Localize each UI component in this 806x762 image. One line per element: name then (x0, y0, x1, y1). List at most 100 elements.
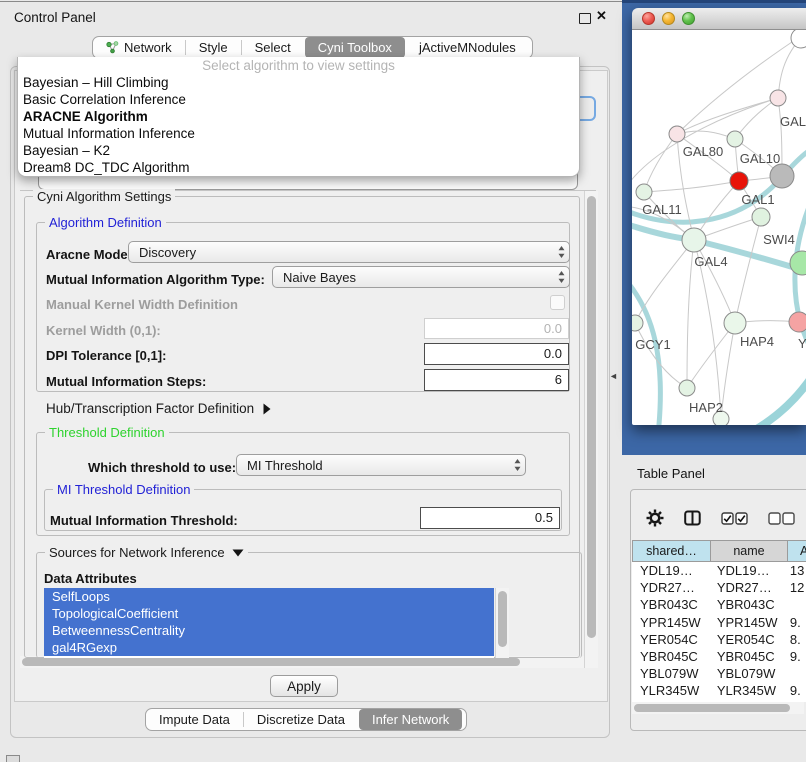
network-node[interactable] (770, 164, 794, 188)
network-canvas[interactable]: GAL GAL80 GAL10 GAL1 GAL11 SWI4 GAL4 GCY… (632, 30, 806, 425)
which-threshold-combo[interactable]: MI Threshold (236, 454, 526, 476)
tab-impute-data[interactable]: Impute Data (146, 709, 243, 730)
float-window-icon[interactable] (579, 13, 591, 24)
table-cell: YLR345W (632, 682, 711, 699)
table-row[interactable]: YER054CYER054C8. (632, 631, 806, 648)
aracne-mode-combo[interactable]: Discovery (128, 241, 570, 263)
table-cell: YBR043C (711, 596, 786, 613)
table-row[interactable]: YPR145WYPR145W9. (632, 614, 806, 631)
column-header-name[interactable]: name (711, 540, 788, 562)
network-node[interactable] (669, 126, 685, 142)
table-row[interactable]: YBR045CYBR045C9. (632, 648, 806, 665)
apply-button[interactable]: Apply (270, 675, 338, 697)
node-label: GCY1 (635, 337, 670, 352)
threshold-definition-title: Threshold Definition (45, 425, 169, 440)
column-header-partial[interactable]: A (788, 540, 806, 562)
node-label: GAL11 (642, 202, 682, 217)
algorithm-dropdown-list: Bayesian – Hill ClimbingBasic Correlatio… (18, 74, 579, 176)
network-graph: GAL GAL80 GAL10 GAL1 GAL11 SWI4 GAL4 GCY… (632, 30, 806, 425)
mi-threshold-title: MI Threshold Definition (53, 482, 194, 497)
network-node[interactable] (679, 380, 695, 396)
algorithm-option[interactable]: ARACNE Algorithm (18, 108, 579, 125)
network-node[interactable] (790, 251, 806, 275)
cyni-algorithm-settings-title: Cyni Algorithm Settings (33, 189, 175, 204)
node-label: HAP4 (740, 334, 774, 349)
table-cell: 9. (786, 614, 806, 631)
network-node[interactable] (791, 30, 806, 48)
table-cell: YLR345W (711, 682, 786, 699)
tab-cyni-toolbox[interactable]: Cyni Toolbox (305, 37, 405, 58)
show-columns-icon[interactable] (684, 510, 701, 526)
select-all-icon[interactable] (721, 512, 748, 525)
node-label: Y (798, 336, 806, 351)
deselect-all-icon[interactable] (768, 512, 795, 525)
attribute-list-item[interactable]: BetweennessCentrality (44, 622, 494, 639)
control-panel-title: Control Panel (14, 10, 96, 25)
attribute-list-item[interactable]: gal4RGexp (44, 639, 494, 656)
table-cell: 9. (786, 648, 806, 665)
close-traffic-light[interactable] (642, 12, 655, 25)
mi-threshold-field[interactable]: 0.5 (420, 507, 560, 529)
attribute-list-item[interactable]: TopologicalCoefficient (44, 605, 494, 622)
network-node[interactable] (682, 228, 706, 252)
network-node-selected[interactable] (730, 172, 748, 190)
algorithm-option[interactable]: Basic Correlation Inference (18, 91, 579, 108)
algorithm-option[interactable]: Bayesian – Hill Climbing (18, 74, 579, 91)
dpi-tolerance-field[interactable]: 0.0 (424, 343, 569, 365)
attributes-list-scrollbar[interactable] (495, 588, 509, 658)
attribute-list-item[interactable]: SelfLoops (44, 588, 494, 605)
tab-discretize-data[interactable]: Discretize Data (244, 709, 358, 730)
table-row[interactable]: YBR043CYBR043C (632, 596, 806, 613)
node-label: SWI4 (763, 232, 795, 247)
network-node[interactable] (636, 184, 652, 200)
node-label: HAP2 (689, 400, 723, 415)
network-node[interactable] (770, 90, 786, 106)
table-cell: YDL19… (632, 562, 711, 579)
tab-network[interactable]: Network (93, 37, 185, 58)
table-cell: YPR145W (711, 614, 786, 631)
tab-infer-network[interactable]: Infer Network (359, 709, 462, 730)
algorithm-definition-title: Algorithm Definition (45, 215, 166, 230)
panel-top-border (0, 1, 622, 2)
table-row[interactable]: YDL19…YDL19…13 (632, 562, 806, 579)
network-node[interactable] (632, 315, 643, 331)
node-label: GAL1 (741, 192, 774, 207)
hub-definition-toggle[interactable]: Hub/Transcription Factor Definition (46, 401, 271, 416)
column-header-shared-name[interactable]: shared… (632, 540, 711, 562)
zoom-traffic-light[interactable] (682, 12, 695, 25)
manual-kernel-label: Manual Kernel Width Definition (46, 297, 238, 312)
tab-jactivemnodules[interactable]: jActiveMNodules (406, 37, 529, 58)
panel-resize-handle[interactable]: ◄ (609, 371, 618, 381)
network-window: GAL GAL80 GAL10 GAL1 GAL11 SWI4 GAL4 GCY… (632, 8, 806, 425)
mi-steps-field[interactable]: 6 (424, 369, 569, 391)
table-row[interactable]: YBL079WYBL079W (632, 665, 806, 682)
tab-select[interactable]: Select (242, 37, 304, 58)
table-cell: YBR045C (632, 648, 711, 665)
combo-spinner-icon (509, 455, 525, 475)
table-row[interactable]: YLR345WYLR345W9. (632, 682, 806, 699)
sources-toggle[interactable]: Sources for Network Inference (45, 545, 248, 560)
tab-style[interactable]: Style (186, 37, 241, 58)
table-cell: YDL19… (711, 562, 786, 579)
minimize-traffic-light[interactable] (662, 12, 675, 25)
close-icon[interactable]: ✕ (596, 8, 607, 24)
table-horizontal-scrollbar[interactable] (632, 702, 804, 714)
algorithm-option[interactable]: Mutual Information Inference (18, 125, 579, 142)
network-node[interactable] (789, 312, 806, 332)
dock-panel-icon[interactable] (6, 755, 20, 762)
app-screen: Control Panel ✕ Network Style Select Cyn… (0, 0, 806, 762)
table-row[interactable]: YDR27…YDR27…12 (632, 579, 806, 596)
manual-kernel-checkbox[interactable] (550, 295, 565, 310)
network-node[interactable] (724, 312, 746, 334)
control-panel-tabbar: Network Style Select Cyni Toolbox jActiv… (92, 36, 533, 59)
network-window-titlebar[interactable] (632, 8, 806, 30)
kernel-width-field[interactable]: 0.0 (424, 318, 569, 339)
algorithm-option[interactable]: Dream8 DC_TDC Algorithm (18, 159, 579, 176)
node-label: GAL80 (683, 144, 723, 159)
gear-icon[interactable] (646, 509, 664, 527)
network-node[interactable] (727, 131, 743, 147)
settings-vertical-scrollbar[interactable] (584, 191, 598, 668)
mi-algorithm-type-combo[interactable]: Naive Bayes (272, 266, 570, 288)
network-node[interactable] (752, 208, 770, 226)
algorithm-option[interactable]: Bayesian – K2 (18, 142, 579, 159)
